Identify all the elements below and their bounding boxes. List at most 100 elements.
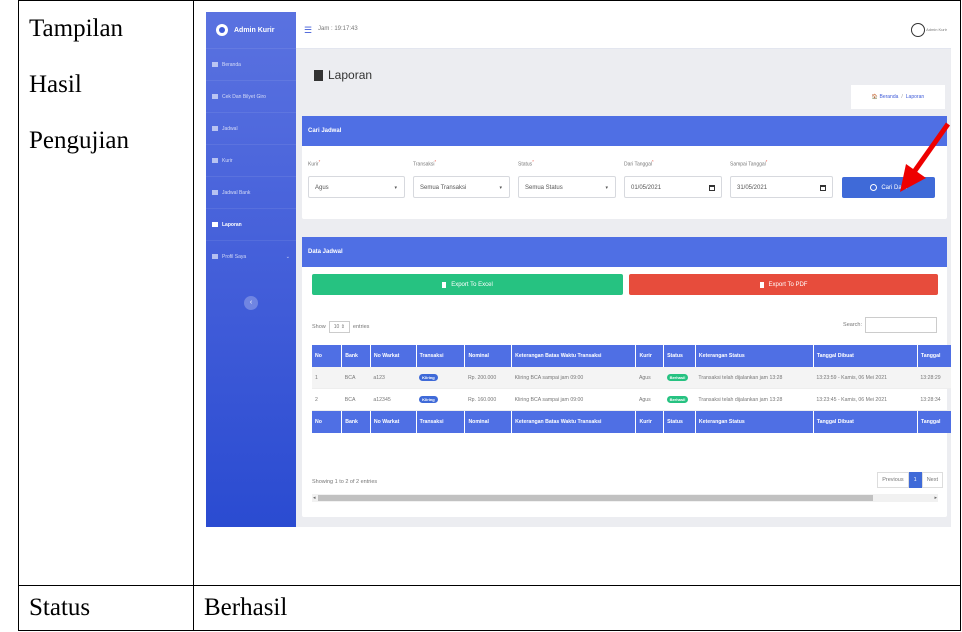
column-header[interactable]: Nominal — [464, 345, 513, 367]
sidebar-item-beranda[interactable]: Beranda — [206, 48, 296, 80]
column-header[interactable]: Keterangan Batas Waktu Transaksi — [511, 345, 637, 367]
table-cell: Transaksi telah dijalankan jam 13:28 — [695, 388, 814, 411]
transaksi-badge: Kliring — [419, 373, 438, 381]
data-card: Data Jadwal Export To Excel Export To PD… — [302, 237, 951, 517]
chevron-down-icon: ⌄ — [285, 253, 290, 260]
table-cell: Berhasil — [663, 388, 696, 411]
export-excel-button[interactable]: Export To Excel — [312, 274, 623, 295]
field-label-transaksi: Transaksi* — [413, 159, 437, 168]
sidebar-item-profil[interactable]: Profil Saya ⌄ — [206, 240, 296, 272]
sidebar-item-label: Cek Dan Bilyet Giro — [222, 93, 266, 100]
kurir-select[interactable]: Agus ▾ — [308, 176, 405, 198]
column-header[interactable]: Tanggal Dibuat — [813, 345, 918, 367]
breadcrumb-separator: / — [901, 94, 903, 100]
column-header[interactable]: Tanggal — [917, 345, 951, 367]
page-button-1[interactable]: 1 — [908, 472, 922, 488]
chevron-down-icon: ▾ — [605, 185, 608, 191]
column-header[interactable]: Transaksi — [416, 345, 466, 367]
chevron-down-icon: ▾ — [394, 185, 397, 191]
sidebar-item-cek[interactable]: Cek Dan Bilyet Giro — [206, 80, 296, 112]
column-footer: Status — [663, 410, 696, 433]
table-footer-row: No Bank No Warkat Transaksi Nominal Kete… — [312, 410, 951, 433]
column-header[interactable]: No — [312, 345, 343, 367]
sidebar-item-jadwal[interactable]: Jadwal — [206, 112, 296, 144]
column-footer: Kurir — [635, 410, 665, 433]
user-name[interactable]: Admin Kurir — [926, 27, 947, 32]
entries-select[interactable]: 10 ⇕ — [328, 321, 350, 333]
label-pengujian: Pengujian — [29, 127, 129, 154]
next-button[interactable]: Next — [921, 472, 943, 488]
home-icon: 🏠 — [871, 94, 879, 100]
column-footer: Nominal — [464, 410, 513, 433]
export-pdf-button[interactable]: Export To PDF — [629, 274, 938, 295]
label-tampilan: Tampilan — [29, 15, 124, 42]
list-icon — [212, 126, 218, 131]
document-icon — [314, 69, 323, 81]
entries-length: Show 10 ⇕ entries — [312, 321, 369, 333]
sampai-tanggal-input[interactable]: 31/05/2021 — [730, 176, 833, 198]
column-footer: Keterangan Batas Waktu Transaksi — [511, 410, 637, 433]
table-search: Search: — [843, 317, 937, 333]
previous-button[interactable]: Previous — [877, 472, 909, 488]
menu-icon[interactable]: ☰ — [304, 25, 312, 36]
table-cell: Rp. 200.000 — [464, 367, 512, 389]
column-header[interactable]: No Warkat — [370, 345, 417, 367]
field-label-status: Status* — [518, 159, 534, 168]
column-header[interactable]: Bank — [341, 345, 371, 367]
column-footer: Tanggal Dibuat — [813, 410, 918, 433]
table-cell: a123 — [370, 367, 417, 389]
transaksi-select[interactable]: Semua Transaksi ▾ — [413, 176, 510, 198]
breadcrumb-home[interactable]: Beranda — [879, 94, 898, 100]
sidebar-item-label: Kurir — [222, 157, 233, 164]
search-input[interactable] — [865, 317, 937, 333]
status-label: Status — [18, 585, 194, 631]
home-icon — [212, 62, 218, 67]
page-title-text: Laporan — [328, 68, 373, 82]
breadcrumb: 🏠 Beranda / Laporan — [851, 85, 945, 109]
table-cell: BCA — [341, 388, 371, 411]
user-avatar-icon[interactable] — [911, 23, 925, 37]
sidebar-item-kurir[interactable]: Kurir — [206, 144, 296, 176]
calendar-icon — [709, 185, 715, 191]
field-label-dari-tanggal: Dari Tanggal* — [624, 159, 654, 168]
page-title: Laporan — [314, 68, 372, 82]
label-cell: Tampilan Hasil Pengujian — [18, 0, 194, 586]
brand[interactable]: Admin Kurir — [206, 12, 296, 48]
scroll-left-icon[interactable]: ◂ — [313, 494, 316, 502]
table-info: Showing 1 to 2 of 2 entries — [312, 479, 378, 485]
data-card-title: Data Jadwal — [302, 237, 947, 267]
table-cell: Agus — [635, 367, 664, 389]
column-footer: No — [312, 410, 343, 433]
scrollbar-thumb[interactable] — [318, 495, 873, 501]
document-icon — [212, 222, 218, 227]
column-footer: Bank — [341, 410, 371, 433]
chevron-down-icon: ▾ — [499, 185, 502, 191]
column-footer: Transaksi — [416, 410, 466, 433]
file-icon — [442, 281, 447, 288]
scroll-right-icon[interactable]: ▸ — [934, 494, 937, 502]
table-icon — [212, 94, 218, 99]
table-cell: Kliring — [416, 388, 465, 411]
column-header[interactable]: Status — [663, 345, 696, 367]
sidebar-item-jadwal-bank[interactable]: Jadwal Bank — [206, 176, 296, 208]
app-screenshot: Admin Kurir Beranda Cek Dan Bilyet Giro … — [206, 12, 951, 527]
table-cell: Berhasil — [663, 367, 696, 389]
sidebar-toggle-button[interactable]: ‹ — [244, 296, 258, 310]
status-value: Berhasil — [193, 585, 961, 631]
table-cell: Kliring — [416, 367, 465, 389]
table-cell: a12345 — [370, 388, 417, 411]
table-cell: 13:23:59 - Kamis, 06 Mei 2021 — [813, 367, 918, 389]
sidebar-item-label: Laporan — [222, 221, 242, 228]
column-header[interactable]: Kurir — [635, 345, 665, 367]
search-icon — [870, 184, 878, 191]
table-cell: Rp. 160.000 — [464, 388, 512, 411]
document-page: Tampilan Hasil Pengujian Status Berhasil… — [0, 0, 962, 632]
sidebar-item-laporan[interactable]: Laporan — [206, 208, 296, 240]
table-cell: BCA — [341, 367, 371, 389]
table-cell: Kliring BCA sampai jam 09:00 — [511, 388, 636, 411]
horizontal-scrollbar[interactable]: ◂ ▸ — [312, 494, 938, 502]
status-select[interactable]: Semua Status ▾ — [518, 176, 616, 198]
dari-tanggal-input[interactable]: 01/05/2021 — [624, 176, 722, 198]
sidebar-item-label: Profil Saya — [222, 253, 247, 260]
column-header[interactable]: Keterangan Status — [695, 345, 814, 367]
